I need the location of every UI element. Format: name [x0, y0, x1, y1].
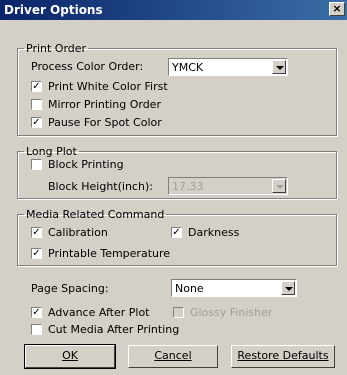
- cut-media-checkbox[interactable]: [31, 324, 42, 335]
- pause-spot-label: Pause For Spot Color: [48, 116, 162, 129]
- process-color-order-value: YMCK: [172, 61, 204, 74]
- chevron-down-icon[interactable]: [272, 60, 286, 74]
- mirror-printing-checkbox[interactable]: [31, 99, 42, 110]
- pause-spot-checkbox[interactable]: ✓: [31, 117, 42, 128]
- restore-defaults-label: Restore Defaults: [237, 349, 329, 362]
- block-printing-checkbox[interactable]: [31, 159, 42, 170]
- cancel-label: Cancel: [154, 349, 192, 362]
- calibration-label: Calibration: [48, 226, 108, 239]
- block-printing-label: Block Printing: [48, 158, 124, 171]
- block-height-label: Block Height(inch):: [48, 180, 153, 193]
- print-white-first-label: Print White Color First: [48, 80, 168, 93]
- chevron-down-icon[interactable]: [281, 281, 295, 295]
- print-white-first-checkbox[interactable]: ✓: [31, 81, 42, 92]
- cut-media-label: Cut Media After Printing: [48, 323, 180, 336]
- window-title: Driver Options: [4, 3, 103, 17]
- cancel-button[interactable]: Cancel: [128, 345, 218, 368]
- printable-temp-checkbox[interactable]: ✓: [31, 248, 42, 259]
- calibration-checkbox[interactable]: ✓: [31, 227, 42, 238]
- check-icon: ✓: [32, 81, 41, 92]
- ok-label: OK: [62, 349, 78, 362]
- page-spacing-select[interactable]: None: [171, 279, 297, 297]
- check-icon: ✓: [32, 227, 41, 238]
- process-color-order-select[interactable]: YMCK: [168, 58, 288, 76]
- glossy-finisher-checkbox[interactable]: [173, 307, 184, 318]
- check-icon: ✓: [32, 248, 41, 259]
- title-bar: Driver Options ×: [0, 0, 347, 20]
- page-spacing-value: None: [175, 282, 204, 295]
- block-height-select[interactable]: 17.33: [168, 177, 288, 195]
- ok-button[interactable]: OK: [24, 344, 116, 369]
- driver-options-dialog: Driver Options × Print Order Process Col…: [0, 0, 347, 375]
- close-button[interactable]: ×: [329, 2, 345, 16]
- mirror-printing-label: Mirror Printing Order: [48, 98, 161, 111]
- advance-after-plot-checkbox[interactable]: ✓: [31, 307, 42, 318]
- block-height-value: 17.33: [172, 180, 204, 193]
- check-icon: ✓: [172, 227, 181, 238]
- darkness-checkbox[interactable]: ✓: [171, 227, 182, 238]
- darkness-label: Darkness: [188, 226, 240, 239]
- chevron-down-icon[interactable]: [272, 179, 286, 193]
- check-icon: ✓: [32, 307, 41, 318]
- check-icon: ✓: [32, 117, 41, 128]
- print-order-legend: Print Order: [26, 42, 87, 55]
- restore-defaults-button[interactable]: Restore Defaults: [231, 345, 335, 368]
- advance-after-plot-label: Advance After Plot: [48, 306, 150, 319]
- page-spacing-label: Page Spacing:: [31, 282, 109, 295]
- long-plot-legend: Long Plot: [26, 145, 77, 158]
- printable-temp-label: Printable Temperature: [48, 247, 171, 260]
- glossy-finisher-label: Glossy Finisher: [190, 306, 273, 319]
- media-related-legend: Media Related Command: [26, 208, 165, 221]
- process-color-order-label: Process Color Order:: [31, 60, 144, 73]
- close-icon: ×: [332, 2, 342, 15]
